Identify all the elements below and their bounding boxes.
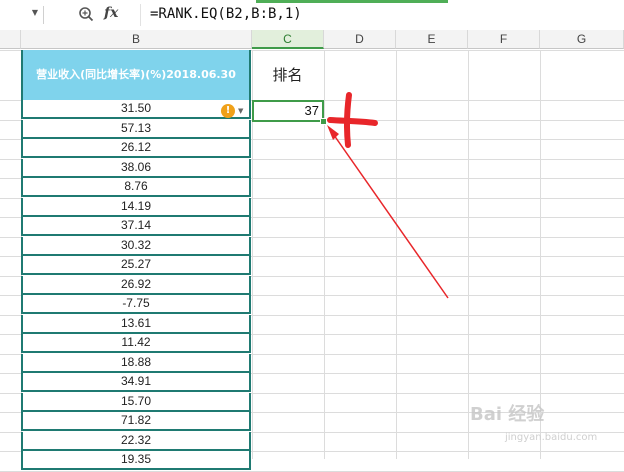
chevron-down-icon[interactable]: ▼ [32, 8, 38, 17]
column-header-d[interactable]: D [324, 30, 396, 49]
cell-b13[interactable]: 13.61 [21, 314, 251, 334]
active-indicator [256, 0, 448, 3]
cell-b6[interactable]: 8.76 [21, 178, 251, 197]
column-header-f[interactable]: F [468, 30, 540, 49]
fx-icon[interactable]: fx [104, 5, 118, 21]
exclamation-icon[interactable]: ! [221, 104, 235, 118]
header-cell-b1[interactable]: 营业收入(同比增长率)(%)2018.06.30 [21, 50, 251, 100]
selected-cell-c2[interactable]: 37 [252, 100, 324, 122]
column-header-e[interactable]: E [396, 30, 468, 49]
column-header-c[interactable]: C [252, 30, 324, 49]
chevron-down-icon[interactable]: ▼ [238, 104, 243, 118]
divider [140, 4, 141, 26]
cell-b15[interactable]: 18.88 [21, 353, 251, 373]
cell-b10[interactable]: 25.27 [21, 256, 251, 275]
cell-b18[interactable]: 71.82 [21, 412, 251, 431]
fill-handle[interactable] [320, 118, 327, 125]
cell-b20[interactable]: 19.35 [21, 451, 251, 470]
cell-b3[interactable]: 57.13 [21, 119, 251, 139]
cell-b11[interactable]: 26.92 [21, 275, 251, 295]
formula-input[interactable]: =RANK.EQ(B2,B:B,1) [150, 6, 302, 22]
cell-b19[interactable]: 22.32 [21, 431, 251, 451]
name-box[interactable]: ▼ [0, 4, 40, 26]
corner-cell[interactable] [0, 30, 21, 49]
watermark-logo: Bai 经验 [470, 404, 545, 425]
gridline [0, 470, 624, 472]
cell-b2[interactable]: 31.50 [21, 100, 251, 119]
gridline [540, 50, 541, 459]
watermark-url: jingyan.baidu.com [505, 432, 598, 443]
column-header-b[interactable]: B [21, 30, 252, 49]
formula-bar: ▼ fx =RANK.EQ(B2,B:B,1) [0, 0, 624, 31]
cell-b17[interactable]: 15.70 [21, 392, 251, 412]
gridline [468, 50, 469, 459]
gridline [396, 50, 397, 459]
cell-b5[interactable]: 38.06 [21, 158, 251, 178]
column-header-g[interactable]: G [540, 30, 624, 49]
cell-b9[interactable]: 30.32 [21, 236, 251, 256]
cell-b7[interactable]: 14.19 [21, 197, 251, 217]
cell-b12[interactable]: -7.75 [21, 295, 251, 314]
cell-b14[interactable]: 11.42 [21, 334, 251, 353]
cell-b16[interactable]: 34.91 [21, 373, 251, 392]
gridline [324, 50, 325, 459]
divider [43, 6, 44, 24]
magnifier-icon[interactable] [78, 6, 94, 22]
header-cell-c1[interactable]: 排名 [252, 50, 323, 100]
cell-b4[interactable]: 26.12 [21, 139, 251, 158]
cell-b8[interactable]: 37.14 [21, 217, 251, 236]
